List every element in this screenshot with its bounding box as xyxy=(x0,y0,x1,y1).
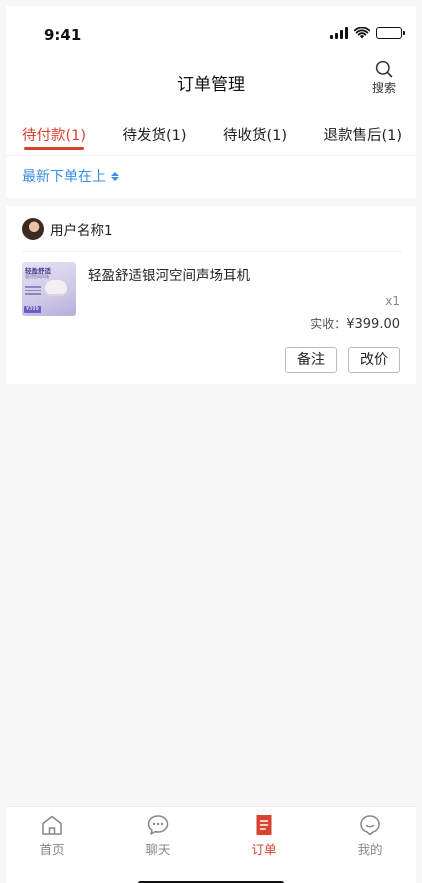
tabbar-home[interactable]: 首页 xyxy=(22,814,82,858)
wifi-icon xyxy=(354,27,370,39)
sort-button[interactable]: 最新下单在上 xyxy=(22,166,119,186)
note-button[interactable]: 备注 xyxy=(285,347,337,373)
change-price-button[interactable]: 改价 xyxy=(348,347,400,373)
product-image-price: ¥399 xyxy=(24,306,41,313)
tab-pending-shipment[interactable]: 待发货(1) xyxy=(122,110,186,155)
tab-pending-payment[interactable]: 待付款(1) xyxy=(22,110,86,155)
paid-amount: ¥399.00 xyxy=(346,317,400,332)
product-image-subtitle: 银河空间声场 xyxy=(25,274,49,279)
status-bar: 9:41 xyxy=(6,6,416,54)
tabbar-profile[interactable]: 我的 xyxy=(340,814,400,858)
paid-amount-row: 实收：¥399.00 xyxy=(310,315,400,332)
nav-bar: 订单管理 搜索 xyxy=(6,54,416,110)
tabbar-chat[interactable]: 聊天 xyxy=(128,814,188,858)
order-card[interactable]: 用户名称1 轻盈舒适 银河空间声场 ¥399 轻盈舒适银河空间声场耳机 x1 实… xyxy=(6,206,416,384)
home-icon xyxy=(42,815,62,835)
user-name: 用户名称1 xyxy=(50,223,113,239)
tabbar-orders-label: 订单 xyxy=(251,842,277,857)
product-image-lines xyxy=(25,286,41,297)
bottom-tab-bar: 首页 聊天 订单 我的 xyxy=(6,806,416,883)
tabbar-profile-label: 我的 xyxy=(357,842,383,857)
order-icon xyxy=(256,815,272,835)
profile-icon xyxy=(360,815,380,836)
avatar xyxy=(22,218,44,240)
search-button[interactable]: 搜索 xyxy=(366,60,402,104)
status-time: 9:41 xyxy=(44,26,82,44)
cellular-signal-icon xyxy=(330,27,348,39)
paid-label: 实收： xyxy=(310,317,347,331)
sort-arrows-icon xyxy=(111,171,119,181)
earbuds-case-graphic xyxy=(45,280,67,296)
search-label: 搜索 xyxy=(371,81,396,95)
page-title: 订单管理 xyxy=(177,75,245,95)
divider xyxy=(22,251,402,252)
tabbar-orders[interactable]: 订单 xyxy=(234,814,294,858)
order-status-tabs: 待付款(1) 待发货(1) 待收货(1) 退款售后(1) xyxy=(6,110,416,156)
tabbar-chat-label: 聊天 xyxy=(145,842,171,857)
sort-label: 最新下单在上 xyxy=(22,169,106,185)
tab-refund-after-sale[interactable]: 退款售后(1) xyxy=(323,110,402,155)
tabbar-home-label: 首页 xyxy=(39,842,65,857)
tab-pending-receipt[interactable]: 待收货(1) xyxy=(223,110,287,155)
app-screen: 9:41 订单管理 搜索 待付款(1) 待发货(1) 待收货(1) 退款售后(1… xyxy=(6,6,416,883)
product-quantity: x1 xyxy=(385,294,400,308)
status-icons xyxy=(330,26,405,40)
order-actions: 备注 改价 xyxy=(285,347,400,373)
sort-row: 最新下单在上 xyxy=(6,156,416,198)
order-user: 用户名称1 xyxy=(22,218,113,240)
product-image[interactable]: 轻盈舒适 银河空间声场 ¥399 xyxy=(22,262,76,316)
search-icon xyxy=(375,60,393,78)
battery-icon xyxy=(376,27,405,39)
chat-icon xyxy=(147,815,169,835)
product-name: 轻盈舒适银河空间声场耳机 xyxy=(88,268,250,284)
